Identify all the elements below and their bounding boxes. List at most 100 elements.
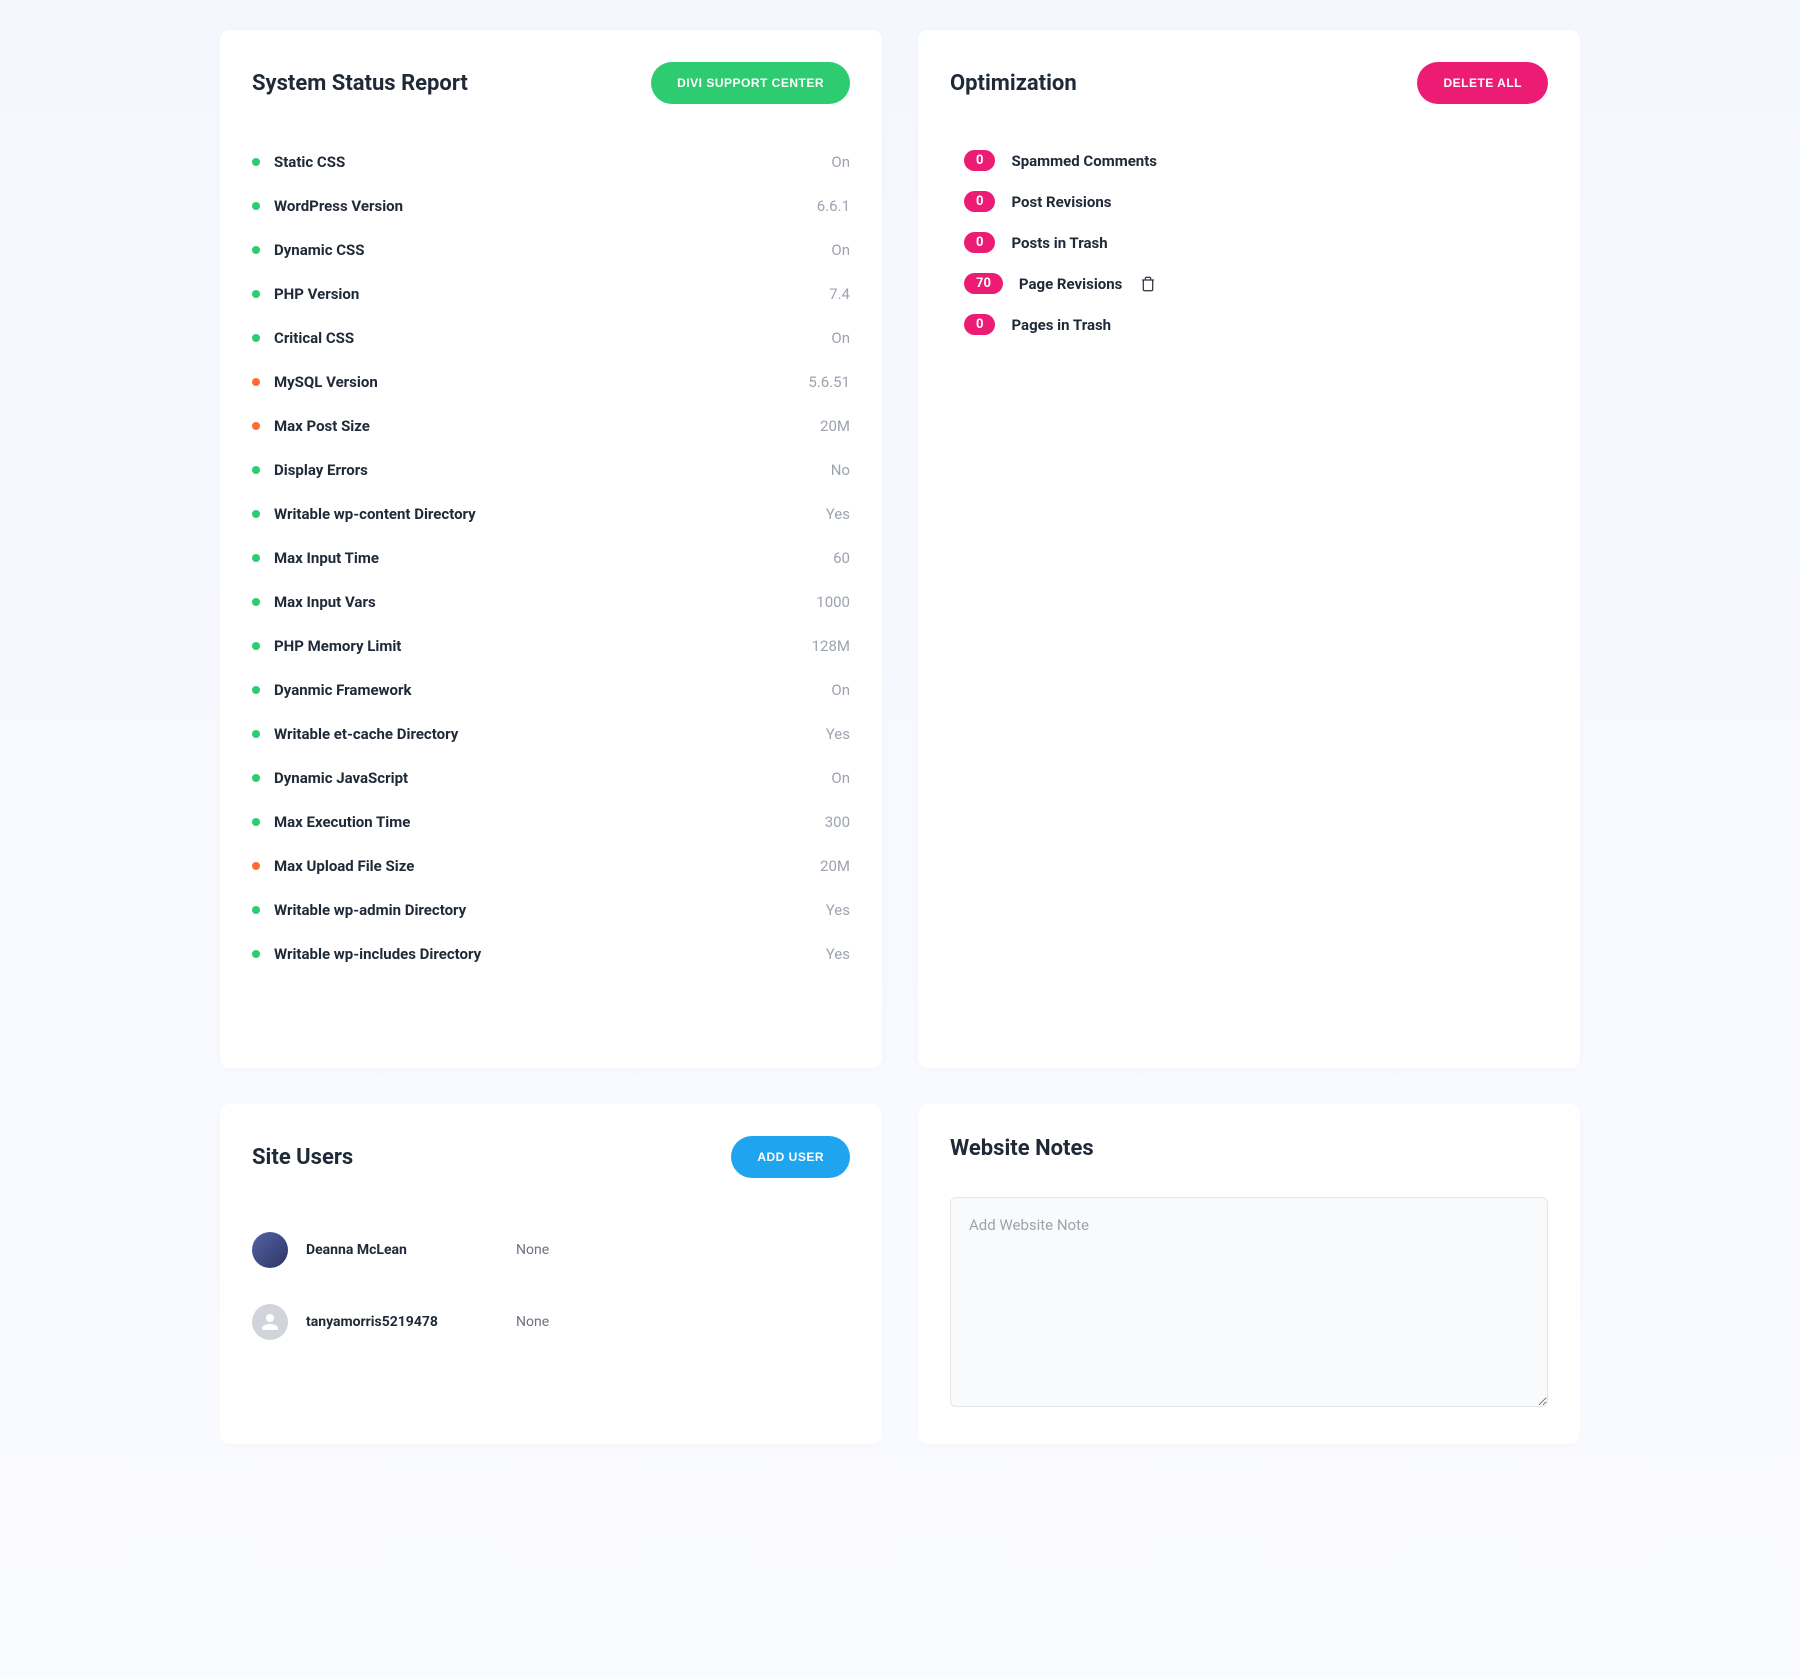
status-dot-icon bbox=[252, 686, 260, 694]
user-role: None bbox=[516, 1314, 549, 1330]
user-name: tanyamorris5219478 bbox=[306, 1314, 516, 1330]
status-dot-icon bbox=[252, 554, 260, 562]
website-notes-card: Website Notes bbox=[918, 1104, 1580, 1444]
status-value: 6.6.1 bbox=[817, 197, 850, 215]
status-item: PHP Memory Limit128M bbox=[252, 624, 850, 668]
optimization-item: 0 Spammed Comments bbox=[964, 140, 1548, 181]
status-label: Display Errors bbox=[274, 461, 831, 479]
status-label: MySQL Version bbox=[274, 373, 808, 391]
optimization-label: Pages in Trash bbox=[1011, 316, 1111, 334]
status-dot-icon bbox=[252, 158, 260, 166]
status-value: 20M bbox=[820, 857, 850, 875]
user-item: tanyamorris5219478None bbox=[252, 1286, 850, 1358]
status-label: PHP Version bbox=[274, 285, 829, 303]
optimization-item: 70 Page Revisions bbox=[964, 263, 1548, 304]
website-notes-title: Website Notes bbox=[950, 1136, 1094, 1161]
user-role: None bbox=[516, 1242, 549, 1258]
count-badge: 0 bbox=[964, 232, 995, 253]
trash-icon[interactable] bbox=[1140, 276, 1156, 292]
website-note-textarea[interactable] bbox=[950, 1197, 1548, 1407]
status-dot-icon bbox=[252, 642, 260, 650]
status-label: Max Execution Time bbox=[274, 813, 825, 831]
status-dot-icon bbox=[252, 950, 260, 958]
status-value: On bbox=[831, 329, 850, 347]
count-badge: 0 bbox=[964, 191, 995, 212]
status-value: 300 bbox=[825, 813, 850, 831]
status-item: MySQL Version5.6.51 bbox=[252, 360, 850, 404]
avatar bbox=[252, 1304, 288, 1340]
status-dot-icon bbox=[252, 422, 260, 430]
status-value: On bbox=[831, 681, 850, 699]
status-item: Dyanmic FrameworkOn bbox=[252, 668, 850, 712]
status-item: Display ErrorsNo bbox=[252, 448, 850, 492]
delete-all-button[interactable]: DELETE ALL bbox=[1417, 62, 1548, 104]
status-label: Max Post Size bbox=[274, 417, 820, 435]
optimization-label: Posts in Trash bbox=[1011, 234, 1107, 252]
status-item: Max Execution Time300 bbox=[252, 800, 850, 844]
status-value: 128M bbox=[812, 637, 850, 655]
status-dot-icon bbox=[252, 466, 260, 474]
status-dot-icon bbox=[252, 730, 260, 738]
status-item: WordPress Version6.6.1 bbox=[252, 184, 850, 228]
status-value: Yes bbox=[826, 945, 850, 963]
status-item: Writable wp-content DirectoryYes bbox=[252, 492, 850, 536]
status-dot-icon bbox=[252, 818, 260, 826]
site-users-card: Site Users ADD USER Deanna McLeanNonetan… bbox=[220, 1104, 882, 1444]
status-value: On bbox=[831, 153, 850, 171]
status-label: Critical CSS bbox=[274, 329, 831, 347]
status-label: Writable wp-admin Directory bbox=[274, 901, 826, 919]
status-dot-icon bbox=[252, 334, 260, 342]
count-badge: 70 bbox=[964, 273, 1003, 294]
card-header: Site Users ADD USER bbox=[252, 1136, 850, 1178]
optimization-label: Spammed Comments bbox=[1011, 152, 1157, 170]
status-label: Max Upload File Size bbox=[274, 857, 820, 875]
status-item: Writable wp-includes DirectoryYes bbox=[252, 932, 850, 976]
status-item: Max Post Size20M bbox=[252, 404, 850, 448]
user-item: Deanna McLeanNone bbox=[252, 1214, 850, 1286]
status-value: 20M bbox=[820, 417, 850, 435]
card-header: Optimization DELETE ALL bbox=[950, 62, 1548, 104]
divi-support-center-button[interactable]: DIVI SUPPORT CENTER bbox=[651, 62, 850, 104]
card-header: Website Notes bbox=[950, 1136, 1548, 1161]
optimization-label: Page Revisions bbox=[1019, 275, 1122, 293]
status-item: Dynamic CSSOn bbox=[252, 228, 850, 272]
system-status-card: System Status Report DIVI SUPPORT CENTER… bbox=[220, 30, 882, 1068]
count-badge: 0 bbox=[964, 314, 995, 335]
status-dot-icon bbox=[252, 774, 260, 782]
status-value: Yes bbox=[826, 505, 850, 523]
status-dot-icon bbox=[252, 598, 260, 606]
status-dot-icon bbox=[252, 290, 260, 298]
status-value: Yes bbox=[826, 901, 850, 919]
optimization-list: 0Spammed Comments0Post Revisions0Posts i… bbox=[950, 140, 1548, 345]
status-value: Yes bbox=[826, 725, 850, 743]
status-label: Dynamic CSS bbox=[274, 241, 831, 259]
status-label: Dynamic JavaScript bbox=[274, 769, 831, 787]
status-item: PHP Version7.4 bbox=[252, 272, 850, 316]
status-dot-icon bbox=[252, 510, 260, 518]
optimization-item: 0Post Revisions bbox=[964, 181, 1548, 222]
status-label: Static CSS bbox=[274, 153, 831, 171]
system-status-title: System Status Report bbox=[252, 71, 468, 96]
optimization-title: Optimization bbox=[950, 71, 1077, 96]
status-item: Max Input Vars1000 bbox=[252, 580, 850, 624]
status-dot-icon bbox=[252, 378, 260, 386]
avatar bbox=[252, 1232, 288, 1268]
status-value: On bbox=[831, 241, 850, 259]
status-label: Writable wp-content Directory bbox=[274, 505, 826, 523]
card-header: System Status Report DIVI SUPPORT CENTER bbox=[252, 62, 850, 104]
count-badge: 0 bbox=[964, 150, 995, 171]
add-user-button[interactable]: ADD USER bbox=[731, 1136, 850, 1178]
status-item: Critical CSSOn bbox=[252, 316, 850, 360]
status-value: 5.6.51 bbox=[808, 373, 850, 391]
status-value: 60 bbox=[833, 549, 850, 567]
status-value: 7.4 bbox=[829, 285, 850, 303]
site-users-title: Site Users bbox=[252, 1145, 353, 1170]
status-label: Writable wp-includes Directory bbox=[274, 945, 826, 963]
status-item: Writable et-cache DirectoryYes bbox=[252, 712, 850, 756]
status-label: WordPress Version bbox=[274, 197, 817, 215]
status-list: Static CSSOnWordPress Version6.6.1Dynami… bbox=[252, 140, 850, 976]
user-name: Deanna McLean bbox=[306, 1242, 516, 1258]
status-label: Max Input Time bbox=[274, 549, 833, 567]
status-item: Writable wp-admin DirectoryYes bbox=[252, 888, 850, 932]
status-dot-icon bbox=[252, 862, 260, 870]
